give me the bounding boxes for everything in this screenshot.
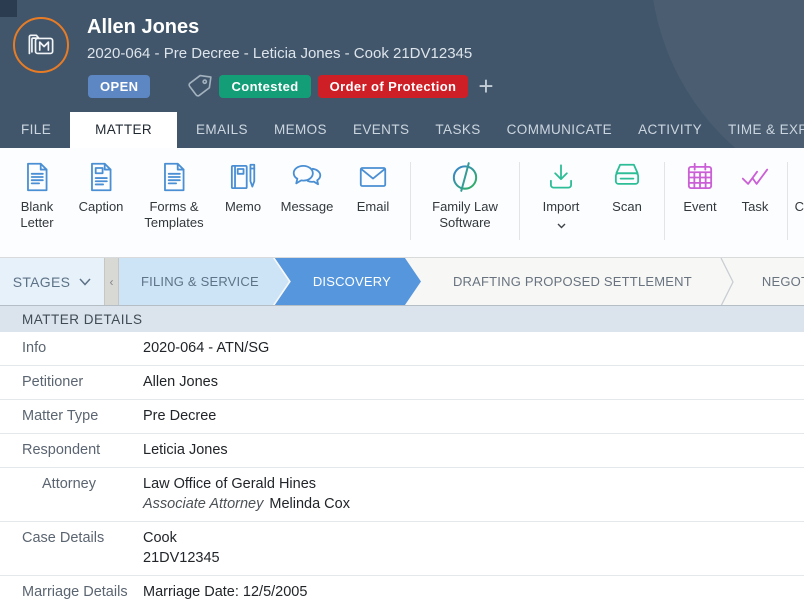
ribbon-group-divider	[787, 162, 788, 240]
ribbon-item-label: Court Rules	[795, 199, 804, 215]
caption-icon	[84, 160, 118, 194]
ribbon-item-label: Import	[543, 199, 580, 215]
ribbon-item-label: Forms & Templates	[134, 199, 214, 231]
ribbon-item-label: Blank Letter	[6, 199, 68, 231]
badge-row: OPEN Contested Order of Protection +	[88, 73, 494, 99]
dropdown-caret-icon	[557, 216, 566, 234]
detail-value: Allen Jones	[143, 372, 218, 392]
ribbon-item-event[interactable]: Event	[671, 160, 729, 215]
ribbon-item-label: Task	[742, 199, 769, 215]
ribbon-item-caption[interactable]: Caption	[68, 160, 134, 215]
stage-discovery[interactable]: DISCOVERY	[275, 258, 421, 305]
event-icon	[683, 160, 717, 194]
detail-value: Pre Decree	[143, 406, 216, 426]
detail-label: Case Details	[0, 528, 143, 568]
ribbon-item-blank-letter[interactable]: Blank Letter	[6, 160, 68, 231]
ribbon-item-label: Email	[357, 199, 390, 215]
family-law-software-icon	[448, 160, 482, 194]
detail-label: Respondent	[0, 440, 143, 460]
ribbon-group-divider	[664, 162, 665, 240]
ribbon-item-import[interactable]: Import	[526, 160, 596, 234]
detail-row-attorney: AttorneyLaw Office of Gerald HinesAssoci…	[0, 468, 804, 522]
detail-label: Attorney	[0, 474, 143, 514]
add-tag-button[interactable]: +	[478, 75, 493, 97]
ribbon-item-court-rules[interactable]: Court Rules	[794, 160, 804, 215]
tab-file[interactable]: FILE	[8, 112, 64, 148]
stage-filing-service[interactable]: FILING & SERVICE	[119, 258, 289, 305]
import-icon	[544, 160, 578, 194]
stages-menu-label: STAGES	[13, 274, 71, 290]
ribbon-item-label: Memo	[225, 199, 261, 215]
matter-details-section-header: MATTER DETAILS	[0, 306, 804, 332]
ribbon-item-label: Scan	[612, 199, 642, 215]
ribbon-item-label: Event	[683, 199, 716, 215]
tag-chip-list: Contested Order of Protection	[212, 75, 468, 98]
stage-drafting-proposed-settlement[interactable]: DRAFTING PROPOSED SETTLEMENT	[421, 258, 720, 305]
detail-label: Marriage Details	[0, 582, 143, 602]
page-subtitle: 2020-064 - Pre Decree - Leticia Jones - …	[87, 45, 472, 62]
detail-value: Leticia Jones	[143, 440, 228, 460]
tag-badge-order-of-protection[interactable]: Order of Protection	[318, 75, 469, 98]
tag-icon	[186, 73, 212, 99]
forms-templates-icon	[157, 160, 191, 194]
status-badge[interactable]: OPEN	[88, 75, 150, 98]
stage-track: FILING & SERVICEDISCOVERYDRAFTING PROPOS…	[119, 258, 804, 305]
scan-icon	[610, 160, 644, 194]
corner-accent	[0, 0, 17, 17]
detail-row-petitioner: PetitionerAllen Jones	[0, 366, 804, 400]
detail-row-info: Info2020-064 - ATN/SG	[0, 332, 804, 366]
ribbon-item-scan[interactable]: Scan	[596, 160, 658, 215]
detail-value: Law Office of Gerald HinesAssociate Atto…	[143, 474, 350, 514]
tag-badge-contested[interactable]: Contested	[219, 75, 310, 98]
matter-folder-icon	[13, 17, 69, 73]
tab-events[interactable]: EVENTS	[340, 112, 422, 148]
email-icon	[356, 160, 390, 194]
ribbon-item-label: Message	[281, 199, 334, 215]
detail-label: Info	[0, 338, 143, 358]
ribbon-item-family-law-software[interactable]: Family Law Software	[417, 160, 513, 231]
detail-label: Petitioner	[0, 372, 143, 392]
matter-header: Allen Jones 2020-064 - Pre Decree - Leti…	[0, 0, 804, 148]
tab-memos[interactable]: MEMOS	[261, 112, 340, 148]
memo-icon	[226, 160, 260, 194]
stages-menu-button[interactable]: STAGES	[0, 258, 104, 305]
detail-row-marriage-details: Marriage DetailsMarriage Date: 12/5/2005	[0, 576, 804, 604]
tab-matter[interactable]: MATTER	[70, 112, 177, 148]
detail-label: Matter Type	[0, 406, 143, 426]
blank-letter-icon	[20, 160, 54, 194]
ribbon-item-memo[interactable]: Memo	[214, 160, 272, 215]
section-title: MATTER DETAILS	[22, 312, 143, 327]
tab-communicate[interactable]: COMMUNICATE	[494, 112, 625, 148]
ribbon-item-task[interactable]: Task	[729, 160, 781, 215]
ribbon-group-divider	[519, 162, 520, 240]
ribbon-item-label: Caption	[79, 199, 124, 215]
tab-bar: FILEMATTEREMAILSMEMOSEVENTSTASKSCOMMUNIC…	[0, 112, 804, 148]
detail-row-respondent: RespondentLeticia Jones	[0, 434, 804, 468]
tab-tasks[interactable]: TASKS	[422, 112, 493, 148]
ribbon-item-email[interactable]: Email	[342, 160, 404, 215]
stage-negotiations[interactable]: NEGOTIATIONS	[734, 258, 804, 305]
tab-activity[interactable]: ACTIVITY	[625, 112, 715, 148]
detail-row-matter-type: Matter TypePre Decree	[0, 400, 804, 434]
message-icon	[290, 160, 324, 194]
ribbon-item-label: Family Law Software	[417, 199, 513, 231]
matter-details-table: Info2020-064 - ATN/SGPetitionerAllen Jon…	[0, 332, 804, 604]
page-title: Allen Jones	[87, 16, 199, 39]
detail-value: Marriage Date: 12/5/2005	[143, 582, 307, 602]
app-window: Allen Jones 2020-064 - Pre Decree - Leti…	[0, 0, 804, 604]
chevron-down-icon	[79, 278, 91, 286]
stage-separator-icon	[720, 258, 734, 305]
detail-value: 2020-064 - ATN/SG	[143, 338, 269, 358]
stages-bar: STAGES ‹ FILING & SERVICEDISCOVERYDRAFTI…	[0, 258, 804, 306]
detail-row-case-details: Case DetailsCook21DV12345	[0, 522, 804, 576]
ribbon-toolbar: Blank Letter Caption Forms & Templates Memo…	[0, 148, 804, 258]
tab-emails[interactable]: EMAILS	[183, 112, 261, 148]
ribbon-item-forms-templates[interactable]: Forms & Templates	[134, 160, 214, 231]
ribbon-group-divider	[410, 162, 411, 240]
ribbon-item-message[interactable]: Message	[272, 160, 342, 215]
stage-scroll-left-button[interactable]: ‹	[104, 258, 119, 305]
detail-value: Cook21DV12345	[143, 528, 220, 568]
task-icon	[738, 160, 772, 194]
tab-time-expenses[interactable]: TIME & EXPENSES	[715, 112, 804, 148]
